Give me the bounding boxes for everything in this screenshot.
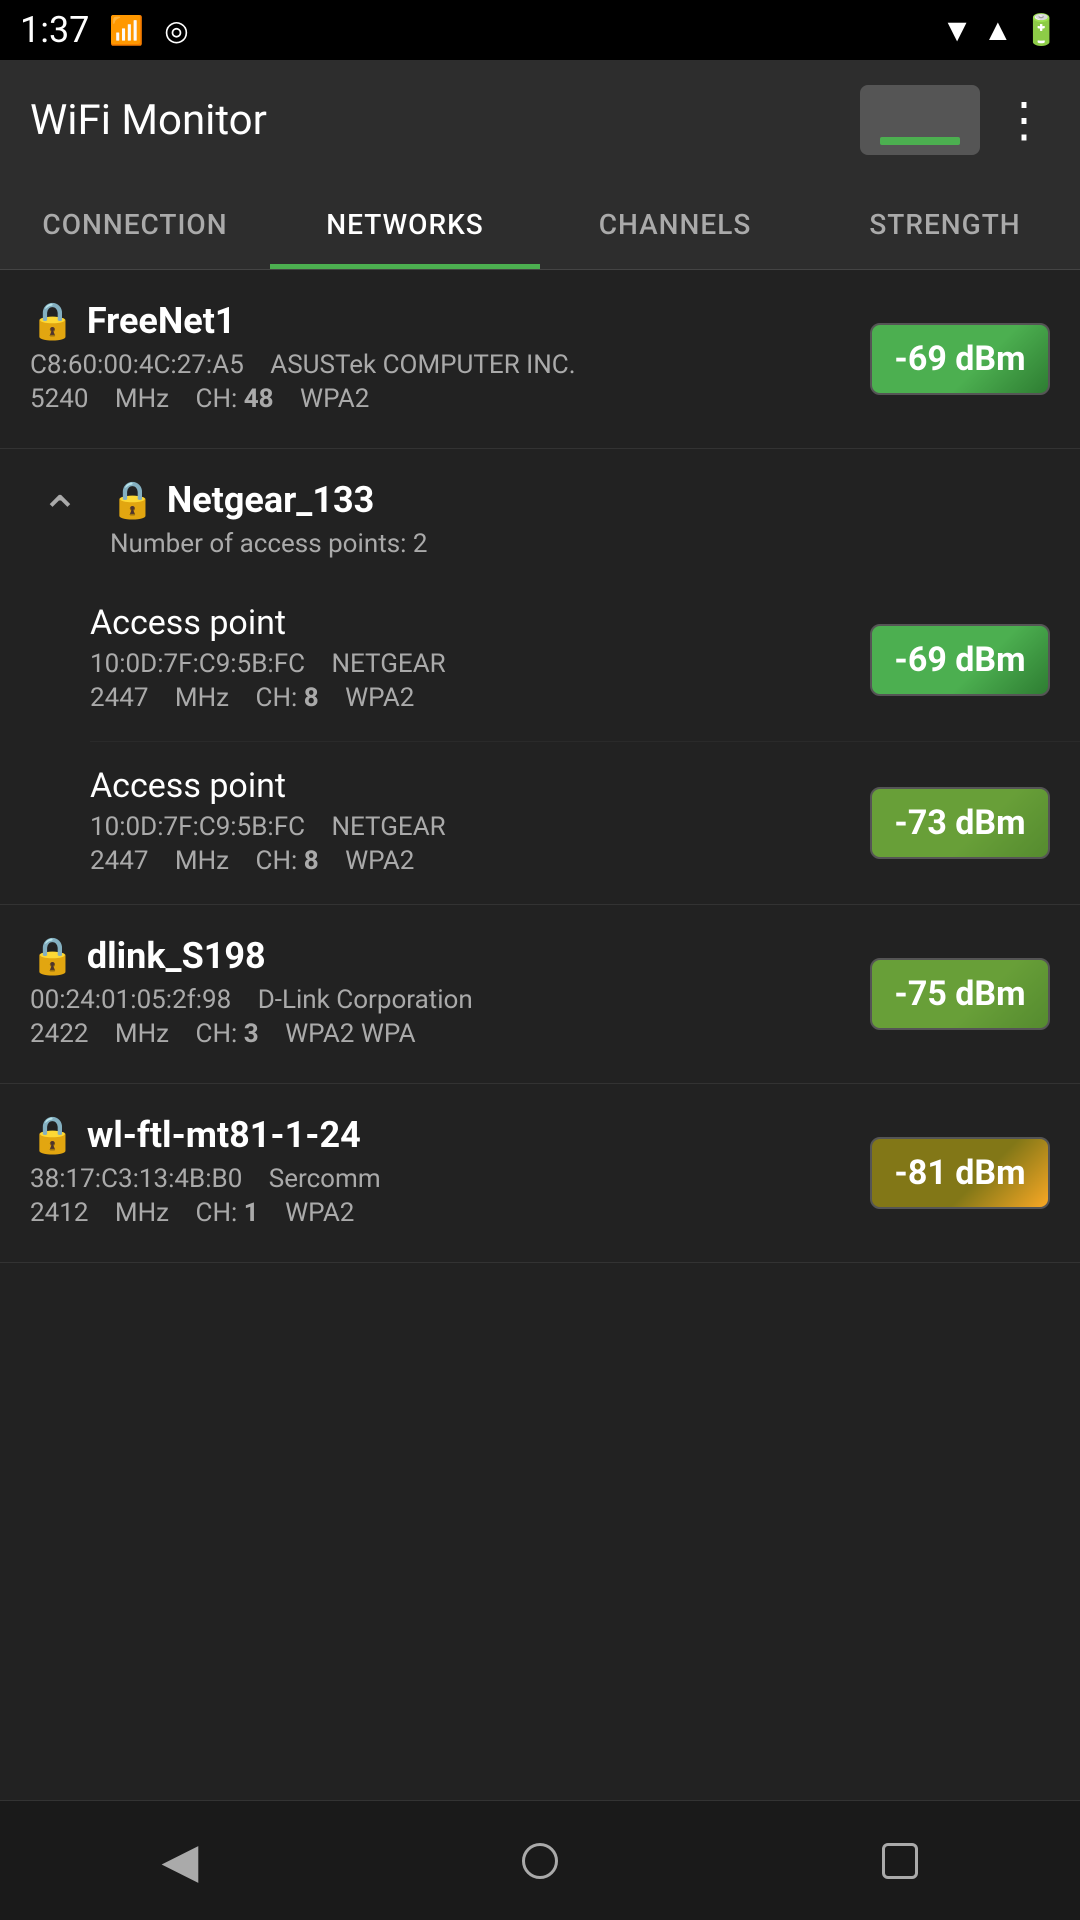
signal-badge-wl-ftl: -81 dBm (870, 1137, 1050, 1209)
ap1-mac: 10:0D:7F:C9:5B:FC (90, 649, 305, 679)
recents-icon (882, 1843, 918, 1879)
wifi-status-icon: ▼ (941, 11, 973, 49)
ap2-freq: 2447 MHz (90, 846, 229, 876)
status-time: 1:37 (20, 9, 89, 51)
chevron-up-icon: ⌃ (40, 485, 80, 542)
vendor-dlink: D-Link Corporation (258, 985, 473, 1015)
networks-list: 🔒 FreeNet1 C8:60:00:4C:27:A5 ASUSTek COM… (0, 270, 1080, 1800)
app-bar: WiFi Monitor ⋮ (0, 60, 1080, 180)
ch-wl-ftl: CH: 1 (196, 1198, 259, 1228)
ap1-ch: CH: 8 (256, 683, 319, 713)
ap2-ch: CH: 8 (256, 846, 319, 876)
nav-recents-button[interactable] (860, 1821, 940, 1901)
notification-icon-1: 📶 (109, 14, 144, 47)
freq-freenet1: 5240 MHz (30, 384, 169, 414)
ap2-security: WPA2 (345, 846, 414, 876)
ch-dlink: CH: 3 (196, 1019, 259, 1049)
mac-freenet1: C8:60:00:4C:27:A5 (30, 350, 244, 380)
network-name-dlink: dlink_S198 (87, 935, 266, 977)
access-point-1-netgear133[interactable]: Access point 10:0D:7F:C9:5B:FC NETGEAR 2… (90, 579, 1080, 742)
nav-back-button[interactable]: ◀ (140, 1821, 220, 1901)
tab-strength[interactable]: STRENGTH (810, 180, 1080, 269)
freq-wl-ftl: 2412 MHz (30, 1198, 169, 1228)
security-dlink: WPA2 WPA (285, 1019, 415, 1049)
network-name-freenet1: FreeNet1 (87, 300, 236, 342)
mac-dlink: 00:24:01:05:2f:98 (30, 985, 231, 1015)
vendor-wl-ftl: Sercomm (269, 1164, 381, 1194)
ap2-name: Access point (90, 766, 466, 806)
lock-icon-netgear133: 🔒 (110, 479, 155, 521)
notification-icon-2: ◎ (164, 14, 188, 47)
ap1-security: WPA2 (345, 683, 414, 713)
tab-bar: CONNECTION NETWORKS CHANNELS STRENGTH (0, 180, 1080, 270)
tab-networks[interactable]: NETWORKS (270, 180, 540, 269)
wifi-indicator[interactable] (860, 85, 980, 155)
access-points-count-netgear133: Number of access points: 2 (110, 529, 1050, 579)
ap1-freq: 2447 MHz (90, 683, 229, 713)
network-name-wl-ftl: wl-ftl-mt81-1-24 (87, 1114, 361, 1156)
signal-bars-icon: ▲ (983, 13, 1013, 48)
access-point-2-netgear133[interactable]: Access point 10:0D:7F:C9:5B:FC NETGEAR 2… (90, 742, 1080, 904)
lock-icon-dlink: 🔒 (30, 935, 75, 977)
mac-wl-ftl: 38:17:C3:13:4B:B0 (30, 1164, 242, 1194)
tab-connection[interactable]: CONNECTION (0, 180, 270, 269)
status-bar: 1:37 📶 ◎ ▼ ▲ 🔋 (0, 0, 1080, 60)
signal-badge-ap2: -73 dBm (870, 787, 1050, 859)
home-icon (522, 1843, 558, 1879)
signal-badge-dlink: -75 dBm (870, 958, 1050, 1030)
network-group-netgear133[interactable]: ⌃ 🔒 Netgear_133 Number of access points:… (0, 449, 1080, 579)
freq-dlink: 2422 MHz (30, 1019, 169, 1049)
network-name-netgear133: Netgear_133 (167, 479, 374, 521)
network-item-dlink[interactable]: 🔒 dlink_S198 00:24:01:05:2f:98 D-Link Co… (0, 905, 1080, 1084)
access-points-list-netgear133: Access point 10:0D:7F:C9:5B:FC NETGEAR 2… (0, 579, 1080, 905)
security-wl-ftl: WPA2 (285, 1198, 354, 1228)
signal-badge-freenet1: -69 dBm (870, 323, 1050, 395)
ap1-vendor: NETGEAR (331, 649, 445, 679)
ap1-name: Access point (90, 603, 466, 643)
lock-icon-freenet1: 🔒 (30, 300, 75, 342)
nav-home-button[interactable] (500, 1821, 580, 1901)
tab-channels[interactable]: CHANNELS (540, 180, 810, 269)
lock-icon-wl-ftl: 🔒 (30, 1114, 75, 1156)
back-icon: ◀ (162, 1832, 199, 1889)
bottom-nav: ◀ (0, 1800, 1080, 1920)
ap2-mac: 10:0D:7F:C9:5B:FC (90, 812, 305, 842)
overflow-menu-button[interactable]: ⋮ (1000, 96, 1050, 144)
app-title: WiFi Monitor (30, 96, 267, 145)
signal-badge-ap1: -69 dBm (870, 624, 1050, 696)
network-item-freenet1[interactable]: 🔒 FreeNet1 C8:60:00:4C:27:A5 ASUSTek COM… (0, 270, 1080, 449)
security-freenet1: WPA2 (300, 384, 369, 414)
expand-button-netgear133[interactable]: ⌃ (30, 483, 90, 543)
network-item-wl-ftl[interactable]: 🔒 wl-ftl-mt81-1-24 38:17:C3:13:4B:B0 Ser… (0, 1084, 1080, 1263)
battery-icon: 🔋 (1023, 13, 1060, 48)
wifi-indicator-bar (880, 137, 960, 145)
ap2-vendor: NETGEAR (331, 812, 445, 842)
ch-freenet1: CH: 48 (196, 384, 274, 414)
vendor-freenet1: ASUSTek COMPUTER INC. (270, 350, 575, 380)
